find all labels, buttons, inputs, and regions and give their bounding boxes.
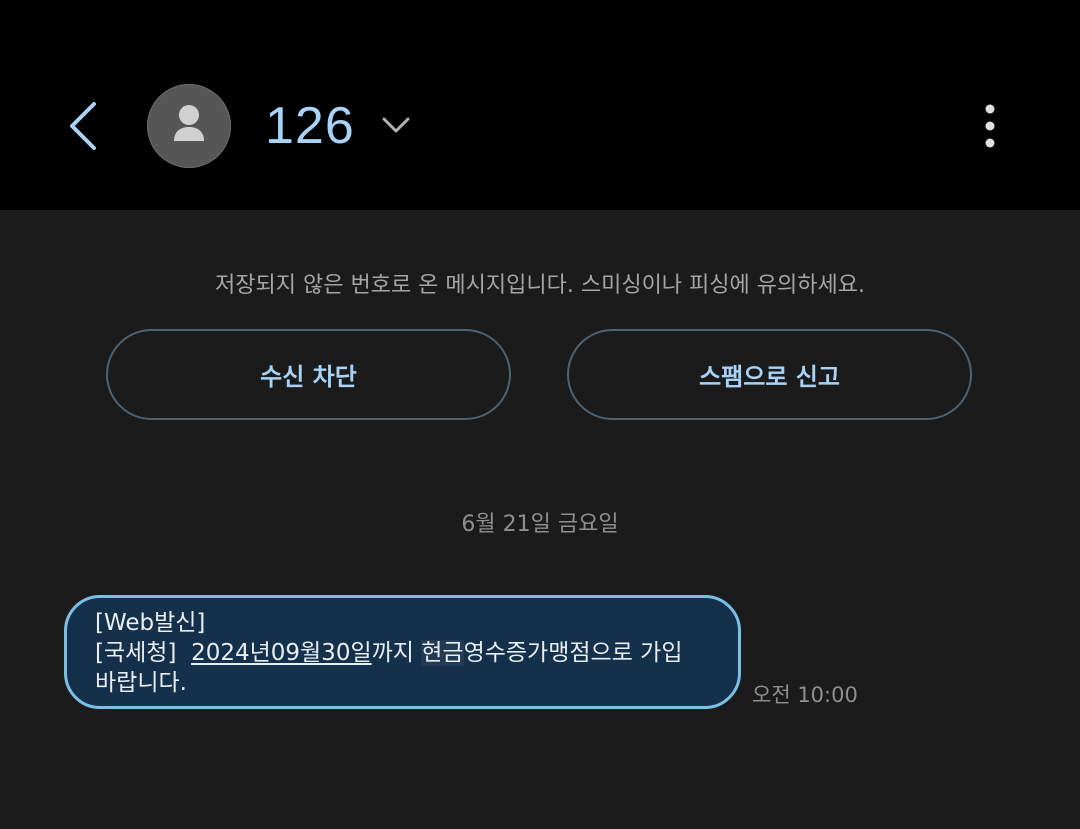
back-button[interactable] (60, 98, 110, 158)
message-date-link[interactable]: 2024년09월30일 (191, 640, 372, 666)
unsaved-number-notice: 저장되지 않은 번호로 온 메시지입니다. 스미싱이나 피싱에 유의하세요. (215, 273, 865, 298)
contact-name[interactable]: 126 (265, 96, 355, 156)
message-line-1: [Web발신] (95, 610, 206, 636)
contact-avatar[interactable] (147, 84, 231, 168)
chevron-down-icon (382, 117, 410, 133)
message-text: 까지 (371, 640, 422, 666)
chevron-left-icon (70, 102, 96, 150)
date-separator: 6월 21일 금요일 (461, 512, 619, 537)
message-line-2: [국세청] 2024년09월30일까지 현금영수증가맹점으로 가입 (95, 638, 710, 668)
report-spam-label: 스팸으로 신고 (699, 363, 840, 391)
app-header: 126 (0, 0, 1080, 210)
message-line-3: 바랍니다. (95, 670, 187, 696)
report-spam-button[interactable]: 스팸으로 신고 (567, 329, 972, 420)
message-timestamp: 오전 10:00 (752, 683, 858, 707)
expand-contact-button[interactable] (378, 110, 414, 140)
message-bubble[interactable]: [Web발신] [국세청] 2024년09월30일까지 현금영수증가맹점으로 가… (64, 595, 741, 709)
message-text: 영수증가맹점으로 가입 (463, 640, 683, 666)
more-vertical-icon (985, 104, 995, 148)
person-icon (174, 105, 204, 141)
block-sender-button[interactable]: 수신 차단 (106, 329, 511, 420)
more-options-button[interactable] (968, 100, 1012, 156)
message-sender-tag: [국세청] (95, 640, 192, 666)
message-highlighted-text: 현금 (421, 640, 464, 666)
block-sender-label: 수신 차단 (260, 363, 357, 391)
